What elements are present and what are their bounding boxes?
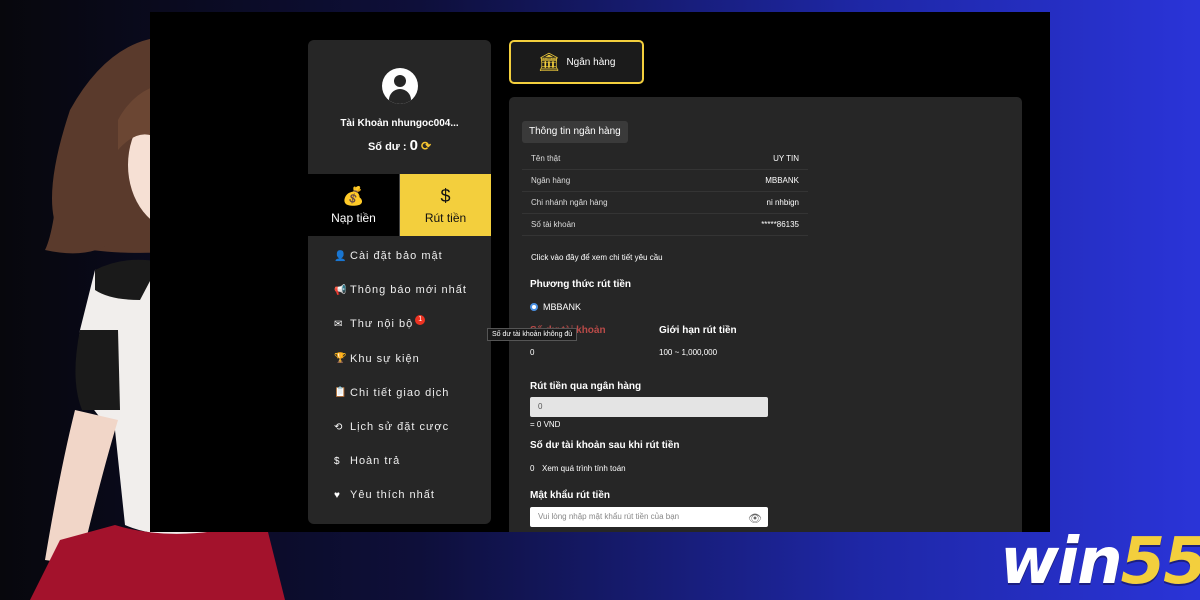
- menu-item-inbox[interactable]: ✉ Thư nội bộ 1: [308, 307, 491, 341]
- money-bag-icon: 💰: [342, 185, 365, 206]
- calculation-link[interactable]: Xem quá trình tính toán: [542, 464, 626, 473]
- eye-slash-icon[interactable]: 👁: [748, 509, 762, 529]
- method-title: Phương thức rút tiền: [530, 279, 632, 290]
- balance-label: Số dư :: [367, 141, 407, 153]
- tab-bank[interactable]: 🏛 Ngân hàng: [509, 40, 644, 84]
- via-bank-title: Rút tiền qua ngân hàng: [530, 381, 642, 392]
- method-option-label: MBBANK: [543, 302, 582, 312]
- after-balance-title: Số dư tài khoản sau khi rút tiền: [530, 440, 680, 451]
- heart-icon: ♥: [334, 489, 341, 501]
- account-card: Tài Khoản nhungoc004... Số dư : 0 ⟳: [308, 40, 491, 174]
- logo-text: win: [1000, 525, 1123, 599]
- limit-label: Giới hạn rút tiền: [659, 325, 737, 336]
- account-balance: Số dư : 0 ⟳: [308, 137, 491, 154]
- menu-item-favorites[interactable]: ♥ Yêu thích nhất: [308, 478, 491, 512]
- menu-item-bet-history[interactable]: ⟲ Lịch sử đặt cược: [308, 410, 491, 444]
- avatar-icon: [381, 68, 418, 104]
- bank-info-button[interactable]: Thông tin ngân hàng: [522, 121, 628, 143]
- withdraw-button[interactable]: $ Rút tiền: [400, 174, 491, 236]
- table-row: Ngân hàng MBBANK: [522, 170, 808, 192]
- logo-number: 55: [1120, 525, 1200, 599]
- table-row: Số tài khoản *****86135: [522, 214, 808, 236]
- action-row: 💰 Nạp tiền $ Rút tiền: [308, 174, 491, 236]
- row-value: MBBANK: [765, 176, 799, 185]
- menu-item-label: Chi tiết giao dịch: [350, 386, 450, 399]
- menu-item-label: Lịch sử đặt cược: [350, 421, 450, 434]
- menu-item-label: Thư nội bộ: [350, 318, 414, 331]
- menu-item-label: Khu sự kiện: [350, 352, 420, 365]
- password-title: Mật khẩu rút tiền: [530, 490, 611, 501]
- limit-value: 100 ~ 1,000,000: [659, 348, 718, 357]
- deposit-label: Nạp tiền: [331, 210, 376, 225]
- account-menu: 👤 Cài đặt bảo mật 📢 Thông báo mới nhất ✉…: [308, 236, 491, 524]
- insufficient-balance-tooltip: Số dư tài khoản không đủ: [487, 328, 578, 341]
- history-icon: ⟲: [334, 421, 344, 433]
- menu-item-events[interactable]: 🏆 Khu sự kiện: [308, 342, 491, 376]
- amount-note: = 0 VND: [530, 420, 561, 429]
- menu-item-label: Thông báo mới nhất: [350, 284, 467, 297]
- amount-input[interactable]: 0: [530, 397, 768, 417]
- request-detail-link[interactable]: Click vào đây để xem chi tiết yêu cầu: [531, 253, 663, 262]
- bank-info-table: Tên thật UY TIN Ngân hàng MBBANK Chi nhá…: [522, 148, 808, 236]
- menu-item-security[interactable]: 👤 Cài đặt bảo mật: [308, 239, 491, 273]
- password-placeholder: Vui lòng nhập mật khẩu rút tiền của bạn: [538, 512, 680, 521]
- radio-button[interactable]: [530, 303, 538, 311]
- megaphone-icon: 📢: [334, 284, 348, 296]
- row-label: Tên thật: [531, 154, 561, 163]
- row-value: UY TIN: [773, 154, 799, 163]
- row-label: Số tài khoản: [531, 220, 576, 229]
- row-value: *****86135: [761, 220, 799, 229]
- win55-logo: win55: [1000, 525, 1200, 599]
- menu-item-label: Yêu thích nhất: [350, 489, 435, 502]
- user-lock-icon: 👤: [334, 250, 348, 262]
- after-balance-value: 0: [530, 464, 535, 473]
- table-row: Chi nhánh ngân hàng ni nhbign: [522, 192, 808, 214]
- withdraw-panel: Thông tin ngân hàng Tên thật UY TIN Ngân…: [509, 97, 1022, 532]
- table-row: Tên thật UY TIN: [522, 148, 808, 170]
- unread-badge: 1: [415, 315, 426, 326]
- menu-item-rebate[interactable]: $ Hoàn trả: [308, 444, 491, 478]
- refresh-icon[interactable]: ⟳: [421, 139, 431, 153]
- bank-icon: 🏛: [537, 51, 561, 72]
- method-radio-mbbank[interactable]: MBBANK: [530, 302, 581, 312]
- balance-value: 0: [409, 137, 418, 154]
- withdraw-label: Rút tiền: [424, 210, 467, 225]
- row-label: Chi nhánh ngân hàng: [531, 198, 608, 207]
- account-name: Tài Khoản nhungoc004...: [340, 118, 459, 129]
- withdraw-password-field[interactable]: Vui lòng nhập mật khẩu rút tiền của bạn …: [530, 507, 768, 527]
- menu-item-transactions[interactable]: 📋 Chi tiết giao dịch: [308, 376, 491, 410]
- row-value: ni nhbign: [766, 198, 799, 207]
- deposit-button[interactable]: 💰 Nạp tiền: [308, 174, 400, 236]
- clipboard-icon: 📋: [334, 387, 348, 399]
- menu-item-notifications[interactable]: 📢 Thông báo mới nhất: [308, 273, 491, 307]
- menu-item-label: Cài đặt bảo mật: [350, 250, 443, 263]
- dollar-circle-icon: $: [334, 455, 341, 467]
- row-label: Ngân hàng: [531, 176, 571, 185]
- envelope-icon: ✉: [334, 318, 344, 330]
- trophy-icon: 🏆: [334, 353, 348, 365]
- menu-item-label: Hoàn trả: [350, 455, 401, 468]
- balance-column-value: 0: [530, 348, 535, 357]
- hand-dollar-icon: $: [440, 185, 451, 206]
- tab-bank-label: Ngân hàng: [566, 56, 616, 68]
